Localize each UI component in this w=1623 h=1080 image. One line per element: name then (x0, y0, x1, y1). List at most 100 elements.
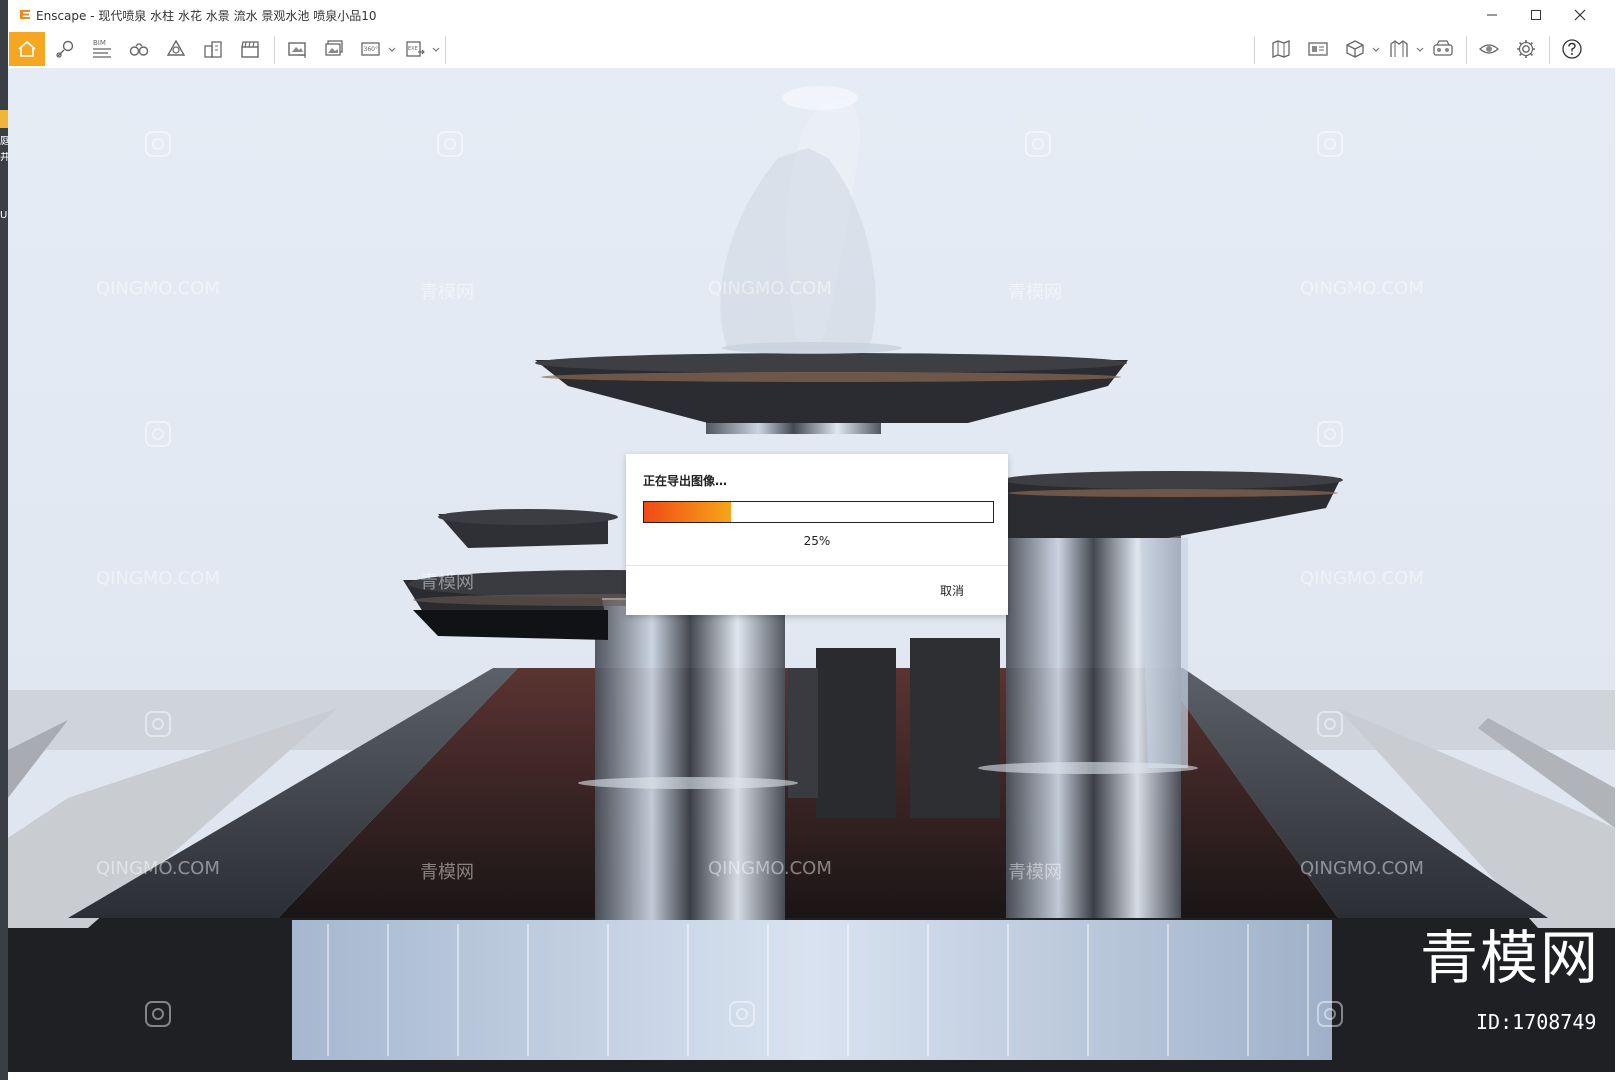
binoculars-icon (129, 43, 149, 56)
watermark-flower-icon (1317, 711, 1343, 737)
watermark-text: QINGMO.COM (96, 278, 220, 299)
enscape-logo-icon (20, 10, 30, 19)
watermark-text: QINGMO.COM (1300, 568, 1424, 589)
maximize-button[interactable] (1514, 0, 1558, 30)
minimize-icon (1487, 14, 1497, 16)
watermark-flower-icon (145, 421, 171, 447)
close-icon (1574, 9, 1586, 21)
buildings-icon (204, 41, 222, 58)
background-fragment-1: 庭 (0, 136, 8, 147)
background-window-strip: 庭 井 U (0, 0, 8, 1080)
vr-headset-icon (1433, 40, 1453, 56)
watermark-text: QINGMO.COM (1300, 858, 1424, 879)
visual-settings-button[interactable] (1474, 34, 1504, 64)
watermark-flower-icon (145, 1001, 171, 1027)
maximize-icon (1531, 10, 1541, 20)
screenshot-icon (288, 42, 306, 58)
main-toolbar: BIM 360° EXE (8, 30, 1623, 91)
home-button[interactable] (9, 32, 45, 66)
render-image-button[interactable] (282, 34, 312, 64)
watermark-flower-icon (1317, 421, 1343, 447)
panorama-button[interactable]: 360° (356, 34, 386, 64)
dialog-title: 正在导出图像… (643, 474, 728, 488)
watermark-flower-icon (145, 131, 171, 157)
watermark-flower-icon (1025, 131, 1051, 157)
export-exe-icon: EXE (406, 41, 425, 57)
video-editor-button[interactable] (235, 34, 265, 64)
panorama-360-icon: 360° (361, 42, 380, 56)
site-context-button[interactable] (198, 34, 228, 64)
image-id-label: ID:1708749 (1476, 1010, 1597, 1034)
visual-settings-icon (1479, 44, 1499, 54)
settings-icon (1517, 40, 1535, 58)
minimize-button[interactable] (1470, 0, 1514, 30)
watermark-text: 青模网 (1008, 282, 1062, 303)
window-title: Enscape - 现代喷泉 水柱 水花 水景 流水 景观水池 喷泉小品10 (36, 9, 377, 23)
materials-icon (1390, 40, 1408, 57)
orthographic-button[interactable] (124, 34, 154, 64)
watermark-text: 青模网 (420, 282, 474, 303)
window-bottom-border (8, 1072, 1623, 1080)
home-icon (18, 40, 36, 57)
cube-icon (1346, 40, 1364, 58)
progress-percent-label: 25% (803, 534, 831, 548)
map-view-icon (1272, 40, 1290, 58)
map-pin-icon (56, 40, 74, 58)
assets-icon (166, 39, 186, 56)
watermark-text: QINGMO.COM (708, 278, 832, 299)
chevron-down-icon[interactable] (432, 46, 440, 54)
batch-render-button[interactable] (319, 34, 349, 64)
toolbar-separator (1549, 36, 1550, 64)
navigation-button[interactable] (50, 34, 80, 64)
watermark-text: QINGMO.COM (96, 568, 220, 589)
title-bar[interactable]: Enscape - 现代喷泉 水柱 水花 水景 流水 景观水池 喷泉小品10 (8, 0, 1623, 30)
watermark-flower-icon (437, 131, 463, 157)
cancel-button[interactable]: 取消 (940, 582, 964, 599)
views-manager-button[interactable] (1303, 34, 1333, 64)
toolbar-separator (1466, 36, 1467, 64)
section-box-button[interactable] (1340, 34, 1370, 64)
svg-text:EXE: EXE (408, 46, 418, 52)
brand-watermark-logo: 青模网 (1420, 924, 1601, 992)
bim-button[interactable]: BIM (87, 34, 117, 64)
close-button[interactable] (1558, 0, 1602, 30)
watermark-text: QINGMO.COM (1300, 278, 1424, 299)
watermark-flower-icon (729, 1001, 755, 1027)
asset-library-button[interactable] (161, 34, 191, 64)
watermark-text: QINGMO.COM (708, 858, 832, 879)
batch-render-icon (325, 40, 343, 56)
bim-icon: BIM (93, 39, 111, 58)
views-icon (1308, 42, 1328, 56)
toolbar-separator (445, 36, 446, 64)
watermark-text: 青模网 (420, 862, 474, 883)
watermark-flower-icon (1317, 1001, 1343, 1027)
watermark-text: 青模网 (1008, 862, 1062, 883)
svg-text:360°: 360° (364, 46, 378, 53)
enscape-window: Enscape - 现代喷泉 水柱 水花 水景 流水 景观水池 喷泉小品10 B… (8, 0, 1623, 1080)
svg-text:BIM: BIM (93, 39, 106, 47)
dialog-divider (626, 565, 1008, 566)
settings-button[interactable] (1511, 34, 1541, 64)
map-view-button[interactable] (1266, 34, 1296, 64)
chevron-down-icon[interactable] (1416, 46, 1424, 54)
toolbar-separator (274, 36, 275, 64)
background-fragment-3: U (0, 210, 8, 221)
help-button[interactable] (1557, 34, 1587, 64)
watermark-flower-icon (1317, 131, 1343, 157)
export-button[interactable]: EXE (400, 34, 430, 64)
chevron-down-icon[interactable] (1372, 46, 1380, 54)
export-progress-dialog: 正在导出图像… 25% 取消 (626, 454, 1008, 615)
clapperboard-icon (241, 41, 259, 58)
chevron-down-icon[interactable] (388, 46, 396, 54)
background-tab-marker (0, 110, 8, 128)
material-editor-button[interactable] (1384, 34, 1414, 64)
progress-fill (644, 502, 732, 522)
help-icon (1562, 39, 1582, 59)
vr-headset-button[interactable] (1428, 34, 1458, 64)
toolbar-separator (1254, 36, 1255, 64)
watermark-flower-icon (145, 711, 171, 737)
background-fragment-2: 井 (0, 152, 8, 163)
export-progress-bar (643, 501, 994, 523)
watermark-text: 青模网 (420, 572, 474, 593)
watermark-text: QINGMO.COM (96, 858, 220, 879)
